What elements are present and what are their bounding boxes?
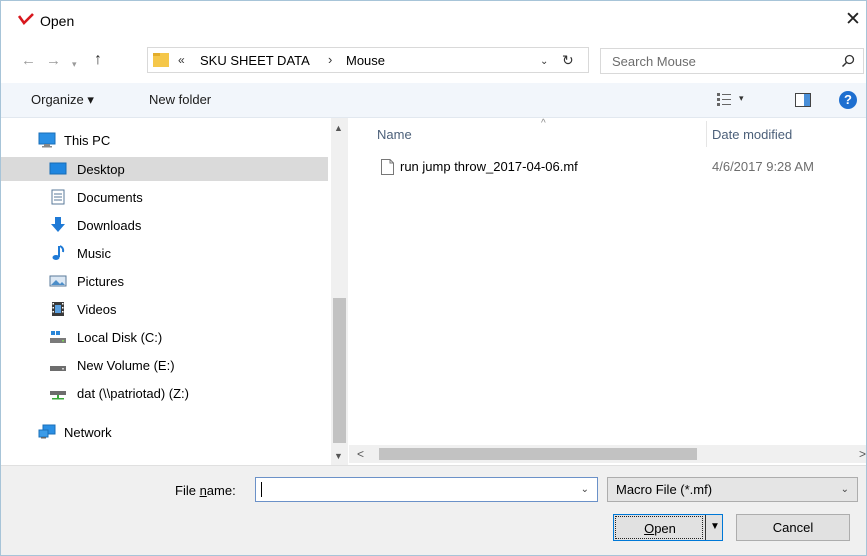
- network-icon: [38, 424, 56, 439]
- file-type-select[interactable]: Macro File (*.mf) ⌄: [607, 477, 858, 502]
- file-date-modified: 4/6/2017 9:28 AM: [712, 159, 814, 174]
- search-placeholder: Search Mouse: [612, 54, 696, 69]
- file-name-input[interactable]: ⌄: [255, 477, 598, 502]
- desktop-icon: [49, 162, 67, 175]
- scroll-down-button[interactable]: ▼: [334, 451, 343, 461]
- tree-label: This PC: [64, 133, 111, 148]
- navigation-pane: This PC Desktop Documents Downloads Musi…: [1, 118, 348, 465]
- tree-item-music[interactable]: Music: [1, 241, 328, 265]
- tree-item-network[interactable]: Network: [1, 420, 328, 444]
- breadcrumb-overflow-button[interactable]: «: [178, 53, 185, 67]
- downloads-icon: [51, 217, 65, 232]
- scroll-right-button[interactable]: >: [859, 447, 866, 461]
- tree-item-network-drive[interactable]: dat (\\patriotad) (Z:): [1, 381, 328, 405]
- network-drive-icon: [50, 391, 66, 400]
- tree-label: dat (\\patriotad) (Z:): [77, 386, 189, 401]
- scrollbar-thumb[interactable]: [379, 448, 697, 460]
- breadcrumb-item-mouse[interactable]: Mouse: [346, 53, 385, 68]
- new-folder-button[interactable]: New folder: [149, 92, 211, 107]
- window-title: Open: [40, 13, 75, 29]
- sort-indicator-icon: ^: [541, 118, 546, 129]
- back-button[interactable]: ←: [21, 53, 36, 69]
- scrollbar-thumb[interactable]: [333, 298, 346, 443]
- tree-label: Videos: [77, 302, 117, 317]
- open-button[interactable]: Open ▼: [613, 514, 723, 541]
- open-dialog: Open ✕ ← → ▾ ↑ « SKU SHEET DATA › Mouse …: [0, 0, 867, 556]
- file-icon: [381, 159, 394, 175]
- videos-icon: [52, 302, 64, 316]
- open-button-label: Open: [644, 521, 676, 536]
- split-divider: [705, 515, 706, 540]
- close-button[interactable]: ✕: [838, 7, 866, 33]
- forward-button[interactable]: →: [46, 53, 61, 69]
- refresh-button[interactable]: ↻: [562, 52, 574, 69]
- tree-label: Documents: [77, 190, 143, 205]
- title-bar: Open ✕: [1, 1, 866, 41]
- address-dropdown-button[interactable]: ⌄: [540, 56, 548, 67]
- breadcrumb-item-sku-sheet-data[interactable]: SKU SHEET DATA: [200, 53, 310, 68]
- search-input[interactable]: Search Mouse: [600, 48, 864, 74]
- tree-label: Local Disk (C:): [77, 330, 163, 345]
- up-button[interactable]: ↑: [94, 52, 102, 68]
- file-list: ^ Name Date modified run jump throw_2017…: [349, 118, 866, 445]
- music-icon: [52, 245, 65, 260]
- help-button[interactable]: ?: [839, 91, 857, 109]
- view-options-icon[interactable]: [717, 93, 731, 106]
- preview-pane-icon[interactable]: [795, 93, 811, 107]
- chevron-down-icon[interactable]: ⌄: [841, 484, 849, 495]
- cancel-button[interactable]: Cancel: [736, 514, 850, 541]
- tree-item-pictures[interactable]: Pictures: [1, 269, 328, 293]
- tree-label: Music: [77, 246, 111, 261]
- focus-ring: Open: [615, 516, 703, 539]
- navigation-pane-scrollbar[interactable]: ▲ ▼: [331, 118, 348, 465]
- scroll-left-button[interactable]: <: [357, 447, 364, 461]
- tree-item-videos[interactable]: Videos: [1, 297, 328, 321]
- tree-label: New Volume (E:): [77, 358, 175, 373]
- column-header-date-modified[interactable]: Date modified: [712, 127, 792, 142]
- tree-label: Network: [64, 425, 112, 440]
- file-name: run jump throw_2017-04-06.mf: [400, 159, 578, 174]
- recent-locations-button[interactable]: ▾: [72, 56, 77, 72]
- file-name-label: File name:: [175, 483, 236, 498]
- view-options-dropdown[interactable]: ▾: [739, 93, 744, 104]
- pictures-icon: [49, 275, 67, 287]
- tree-item-new-volume[interactable]: New Volume (E:): [1, 353, 328, 377]
- text-caret: [261, 482, 262, 497]
- tree-item-documents[interactable]: Documents: [1, 185, 328, 209]
- folder-icon: [153, 53, 169, 67]
- dialog-footer: File name: ⌄ Macro File (*.mf) ⌄ Open ▼ …: [1, 465, 866, 555]
- app-logo-icon: [18, 13, 34, 25]
- tree-label: Desktop: [77, 162, 125, 177]
- local-disk-icon: [50, 331, 66, 343]
- scroll-up-button[interactable]: ▲: [334, 123, 343, 133]
- open-options-dropdown[interactable]: ▼: [710, 521, 720, 532]
- file-type-value: Macro File (*.mf): [616, 482, 713, 497]
- documents-icon: [51, 189, 65, 205]
- tree-item-this-pc[interactable]: This PC: [1, 128, 328, 152]
- address-bar[interactable]: « SKU SHEET DATA › Mouse ⌄ ↻: [147, 47, 589, 73]
- tree-label: Downloads: [77, 218, 142, 233]
- drive-icon: [50, 366, 66, 371]
- computer-icon: [38, 132, 56, 148]
- file-list-horizontal-scrollbar[interactable]: < >: [349, 445, 866, 463]
- file-name-history-dropdown[interactable]: ⌄: [581, 484, 589, 495]
- tree-item-local-disk[interactable]: Local Disk (C:): [1, 325, 328, 349]
- breadcrumb-separator[interactable]: ›: [328, 52, 332, 67]
- tree-label: Pictures: [77, 274, 124, 289]
- search-icon[interactable]: [841, 54, 855, 68]
- column-divider[interactable]: [706, 121, 707, 147]
- tree-item-downloads[interactable]: Downloads: [1, 213, 328, 237]
- organize-button[interactable]: Organize ▾: [31, 92, 94, 108]
- tree-item-desktop[interactable]: Desktop: [1, 157, 328, 181]
- file-row[interactable]: run jump throw_2017-04-06.mf 4/6/2017 9:…: [377, 156, 866, 178]
- column-header-name[interactable]: Name: [377, 127, 412, 142]
- address-row: ← → ▾ ↑ « SKU SHEET DATA › Mouse ⌄ ↻ Sea…: [1, 41, 866, 79]
- command-toolbar: Organize ▾ New folder ▾ ?: [1, 83, 866, 118]
